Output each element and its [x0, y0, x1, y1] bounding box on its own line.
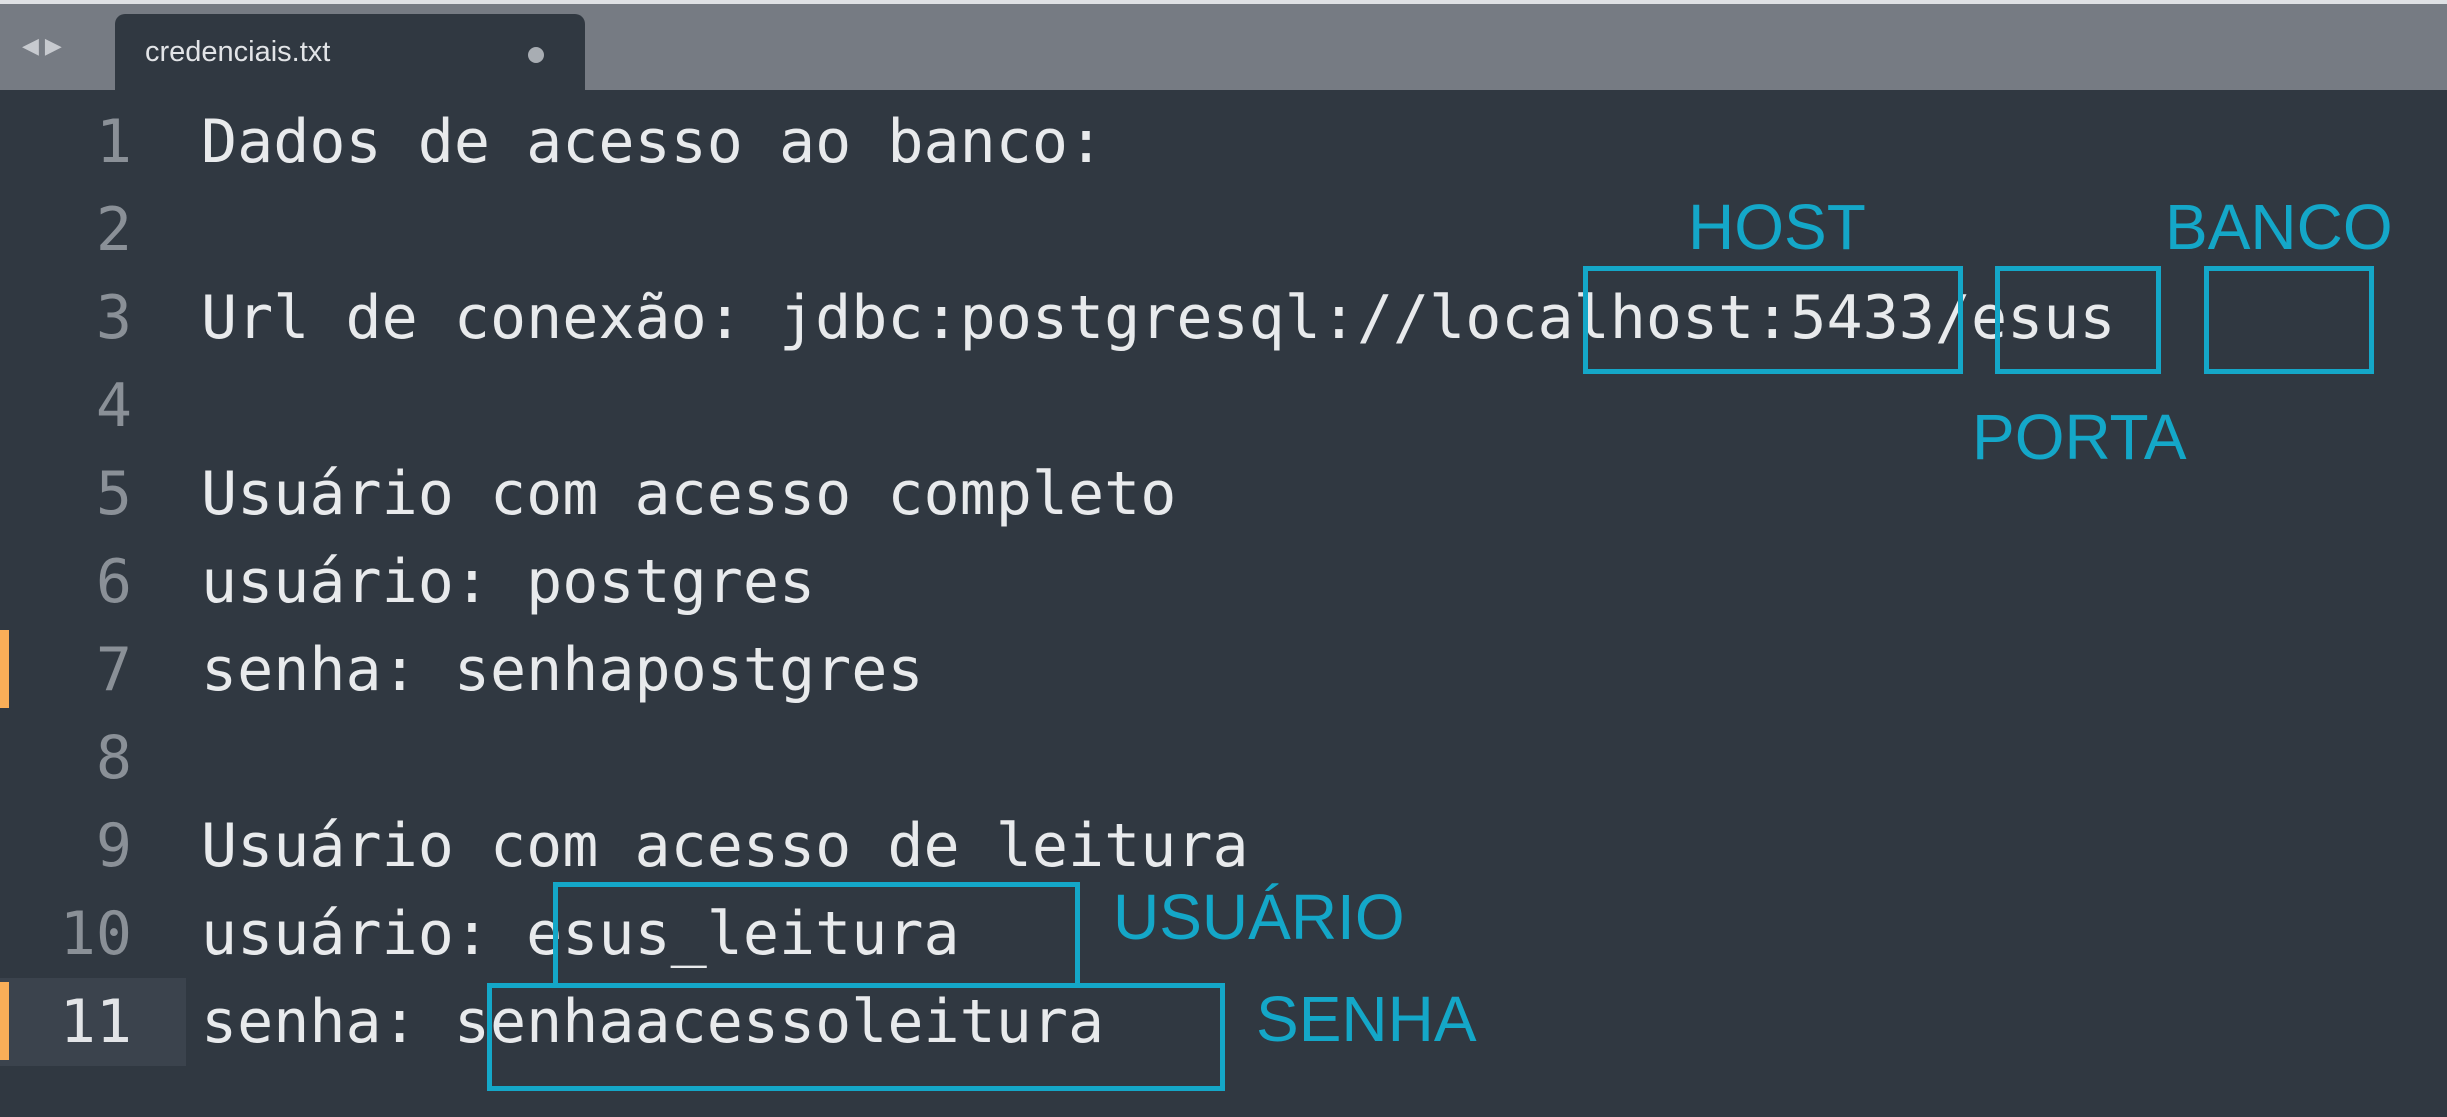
code-line: 6 usuário: postgres [0, 538, 2447, 626]
line-number: 2 [95, 195, 132, 265]
password-highlight-box [487, 983, 1225, 1091]
line-text: usuário: postgres [201, 547, 816, 617]
database-label: BANCO [2165, 191, 2393, 263]
tab-title: credenciais.txt [145, 36, 331, 68]
code-line: 7 senha: senhapostgres [0, 626, 2447, 714]
line-number: 4 [95, 371, 132, 441]
line-text: senha: senhapostgres [201, 635, 924, 705]
code-line: 2 [0, 186, 2447, 274]
password-label: SENHA [1256, 983, 1477, 1055]
editor-window: ◀▶ credenciais.txt 1 Dados de acesso ao … [0, 0, 2447, 1117]
port-highlight-box [1995, 266, 2161, 374]
user-label: USUÁRIO [1113, 881, 1405, 953]
tab-navigation: ◀▶ [22, 34, 68, 59]
code-line: 9 Usuário com acesso de leitura [0, 802, 2447, 890]
unsaved-dot-icon[interactable] [528, 47, 544, 63]
line-number: 10 [59, 899, 132, 969]
tab-bar: ◀▶ credenciais.txt [0, 0, 2447, 94]
arrow-left-icon[interactable]: ◀ [22, 34, 45, 59]
line-number: 9 [95, 811, 132, 881]
host-highlight-box [1583, 266, 1963, 374]
line-number: 5 [95, 459, 132, 529]
line-number: 11 [59, 987, 132, 1057]
line-text: Dados de acesso ao banco: [201, 107, 1105, 177]
line-number: 3 [95, 283, 132, 353]
code-line: 8 [0, 714, 2447, 802]
line-number: 6 [95, 547, 132, 617]
line-text: Usuário com acesso de leitura [201, 811, 1249, 881]
tab-credenciais[interactable]: credenciais.txt [115, 14, 585, 94]
line-text: Usuário com acesso completo [201, 459, 1177, 529]
port-label: PORTA [1972, 401, 2187, 473]
host-label: HOST [1688, 191, 1866, 263]
user-highlight-box [553, 882, 1080, 988]
line-number: 1 [95, 107, 132, 177]
code-line: 1 Dados de acesso ao banco: [0, 98, 2447, 186]
line-number: 8 [95, 723, 132, 793]
line-number: 7 [95, 635, 132, 705]
database-highlight-box [2204, 266, 2374, 374]
arrow-right-icon[interactable]: ▶ [45, 34, 68, 59]
editor-area[interactable]: 1 Dados de acesso ao banco: 2 3 Url de c… [0, 90, 2447, 1117]
